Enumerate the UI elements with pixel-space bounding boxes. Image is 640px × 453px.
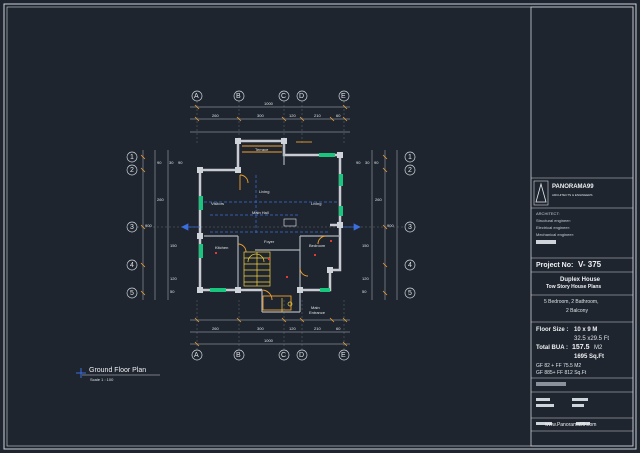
brand-name: PANORAMA99 [552,184,594,190]
brand-subtitle: ARCHITECTS & ENGINEERS [552,193,593,197]
total-bua: 157.5 [572,344,590,351]
room-label-kitchen: Kitchen [215,245,229,250]
grid-label-right-2: 2 [408,167,412,174]
dim-right-6: 120 [362,276,369,281]
dim-left-1: 90 [157,160,162,165]
dim-bottom-1: 260 [212,326,219,331]
grid-label-bottom-a: A [194,352,199,359]
dim-right-4: 260 [375,197,382,202]
project-no-label: Project No: [536,262,574,269]
grid-label-top-a: A [194,93,199,100]
grid-label-bottom-d: D [299,352,305,359]
plan-title: Ground Floor Plan [89,367,147,374]
grid-label-bottom-e: E [341,352,346,359]
cad-drawing-sheet: A B C D E A B C D E 1 2 3 4 5 1 2 3 4 5 … [0,0,640,453]
dim-bottom-4: 210 [314,326,321,331]
house-type-1: Duplex House [560,277,601,283]
floor-size: 10 x 9 M [574,327,598,333]
room-label-main-hall: Main Hall [252,210,269,215]
room-label-living: Living [259,189,270,194]
info-line-architect: ARCHITECT: [536,211,560,216]
room-label-living-right: Living [311,201,322,206]
dim-top-4: 210 [314,113,321,118]
dim-right-total: 900 [387,223,394,228]
grid-label-right-1: 1 [408,154,412,161]
info-line-mechanical: Mechanical engineer: [536,232,575,237]
dim-top-1: 260 [212,113,219,118]
project-no: V- 375 [578,260,602,269]
dim-bottom-total: 1000 [264,338,273,343]
floor-size-label: Floor Size : [536,327,569,333]
grid-label-left-3: 3 [130,224,134,231]
dim-right-2: 30 [365,160,370,165]
dim-left-total: 900 [145,223,152,228]
website-link[interactable]: www.Panorama99.com [545,423,596,428]
gf-ff-sqft: GF 885+ FF 812 Sq.Ft [536,370,587,376]
dim-left-3: 90 [178,160,183,165]
dim-right-1: 90 [356,160,361,165]
plan-scale: Scale 1 : 100 [90,377,114,382]
grid-label-left-4: 4 [130,262,134,269]
dim-right-5: 150 [362,243,369,248]
dim-right-3: 90 [374,160,379,165]
grid-label-right-5: 5 [408,290,412,297]
dim-left-7: 50 [170,289,175,294]
dim-bottom-3: 120 [289,326,296,331]
floor-size-ft: 32.5 x29.5 Ft [574,336,610,342]
total-bua-unit: M2 [594,345,603,351]
dim-top-3: 120 [289,113,296,118]
gf-ff-m2: GF 82 + FF 75.5 M2 [536,363,582,369]
total-bua-ft: 1695 Sq.Ft [574,354,605,360]
dim-left-5: 150 [170,243,177,248]
grid-label-left-5: 5 [130,290,134,297]
dim-top-2: 300 [257,113,264,118]
room-label-visitors: Visitors [211,201,225,206]
room-label-foyer: Foyer [264,239,275,244]
grid-label-top-d: D [299,93,305,100]
dim-bottom-2: 300 [257,326,264,331]
grid-label-bottom-b: B [236,352,241,359]
house-type-2: Tow Story House Plans [546,284,602,290]
dim-top-total: 1000 [264,101,273,106]
dim-left-4: 260 [157,197,164,202]
info-line-electrical: Electrical engineer: [536,225,571,230]
dim-bottom-5: 60 [336,326,341,331]
info-line-structural: Structural engineer: [536,218,571,223]
rooms-line-1: 5 Bedroom, 2 Bathroom, [544,299,599,305]
grid-label-bottom-c: C [281,352,287,359]
grid-label-top-c: C [281,93,287,100]
grid-label-right-3: 3 [408,224,412,231]
grid-label-top-b: B [236,93,241,100]
dim-left-6: 120 [170,276,177,281]
grid-label-top-e: E [341,93,346,100]
grid-label-left-1: 1 [130,154,134,161]
dim-top-5: 60 [336,113,341,118]
grid-label-right-4: 4 [408,262,412,269]
total-bua-label: Total BUA : [536,345,568,351]
room-label-main-entrance-2: Entrance [309,310,326,315]
dim-left-2: 30 [169,160,174,165]
dim-right-7: 50 [362,289,367,294]
rooms-line-2: 2 Balcony [566,308,588,314]
room-label-terrace: Terrace [255,147,269,152]
grid-label-left-2: 2 [130,167,134,174]
room-label-bedroom: Bedroom [309,243,326,248]
